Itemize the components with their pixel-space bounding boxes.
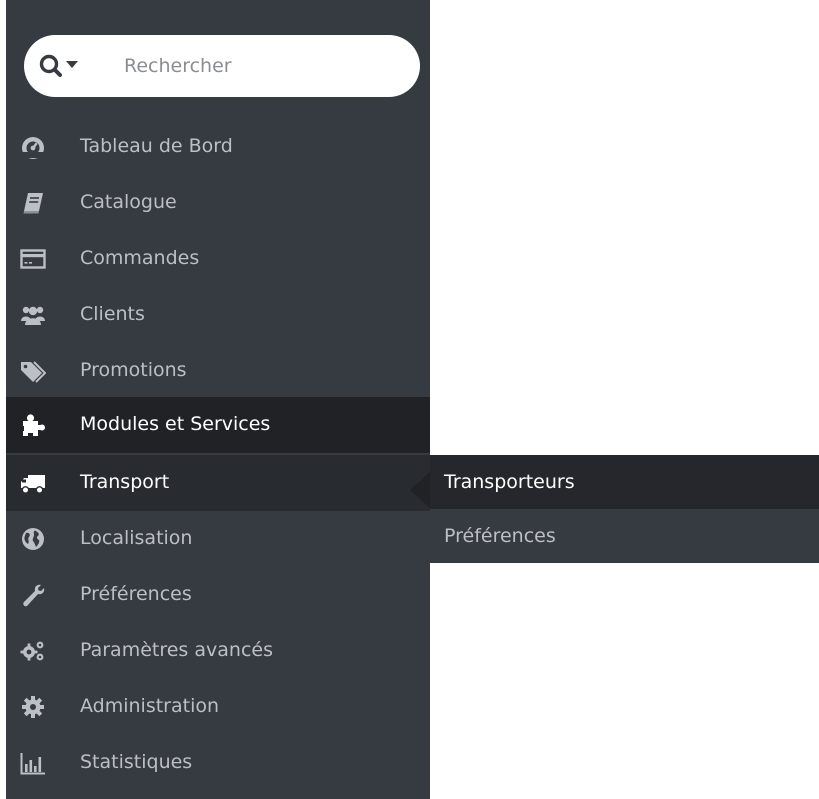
- nav-item-dashboard[interactable]: Tableau de Bord: [6, 119, 430, 175]
- credit-card-icon: [20, 249, 46, 269]
- nav-label: Préférences: [80, 583, 192, 605]
- submenu-transport: Transporteurs Préférences: [430, 455, 819, 563]
- nav-item-transport[interactable]: Transport: [6, 455, 430, 511]
- nav-label: Commandes: [80, 247, 200, 269]
- bar-chart-icon: [20, 753, 45, 775]
- nav-label: Localisation: [80, 527, 193, 549]
- nav-label: Clients: [80, 303, 145, 325]
- nav-label: Promotions: [80, 359, 187, 381]
- sidebar: Tableau de Bord Catalogue Commandes: [6, 0, 430, 799]
- submenu-pointer: [410, 472, 430, 508]
- submenu-item-preferences[interactable]: Préférences: [430, 509, 819, 563]
- search-icon: [39, 54, 78, 77]
- truck-icon: [21, 475, 45, 494]
- dashboard-icon: [22, 137, 44, 159]
- submenu-item-transporteurs[interactable]: Transporteurs: [430, 455, 819, 509]
- wrench-icon: [23, 584, 45, 607]
- gear-icon: [22, 696, 44, 718]
- cogs-icon: [20, 641, 44, 661]
- submenu-label: Transporteurs: [444, 471, 575, 493]
- nav-item-localisation[interactable]: Localisation: [6, 511, 430, 567]
- nav-item-advanced-parameters[interactable]: Paramètres avancés: [6, 623, 430, 679]
- nav-label: Paramètres avancés: [80, 639, 273, 661]
- search-dropdown-toggle[interactable]: [38, 52, 100, 80]
- submenu-label: Préférences: [444, 525, 556, 547]
- nav-item-catalogue[interactable]: Catalogue: [6, 175, 430, 231]
- nav-label: Tableau de Bord: [80, 135, 233, 157]
- caret-down-icon: [66, 61, 78, 68]
- nav-label: Transport: [80, 471, 170, 493]
- tags-icon: [21, 361, 46, 383]
- nav-item-promotions[interactable]: Promotions: [6, 343, 430, 399]
- search-input[interactable]: [124, 50, 394, 82]
- nav-item-preferences[interactable]: Préférences: [6, 567, 430, 623]
- search-box: [24, 35, 420, 97]
- users-icon: [21, 306, 45, 325]
- admin-menu: Tableau de Bord Catalogue Commandes: [0, 0, 819, 799]
- nav-item-statistiques[interactable]: Statistiques: [6, 735, 430, 791]
- nav-label: Statistiques: [80, 751, 193, 773]
- book-icon: [23, 193, 43, 214]
- puzzle-icon: [21, 414, 45, 437]
- nav-label: Modules et Services: [80, 413, 271, 435]
- nav-item-commandes[interactable]: Commandes: [6, 231, 430, 287]
- globe-icon: [22, 528, 44, 550]
- nav-item-clients[interactable]: Clients: [6, 287, 430, 343]
- nav-label: Catalogue: [80, 191, 177, 213]
- nav-item-administration[interactable]: Administration: [6, 679, 430, 735]
- nav-label: Administration: [80, 695, 220, 717]
- nav-item-modules[interactable]: Modules et Services: [6, 397, 430, 453]
